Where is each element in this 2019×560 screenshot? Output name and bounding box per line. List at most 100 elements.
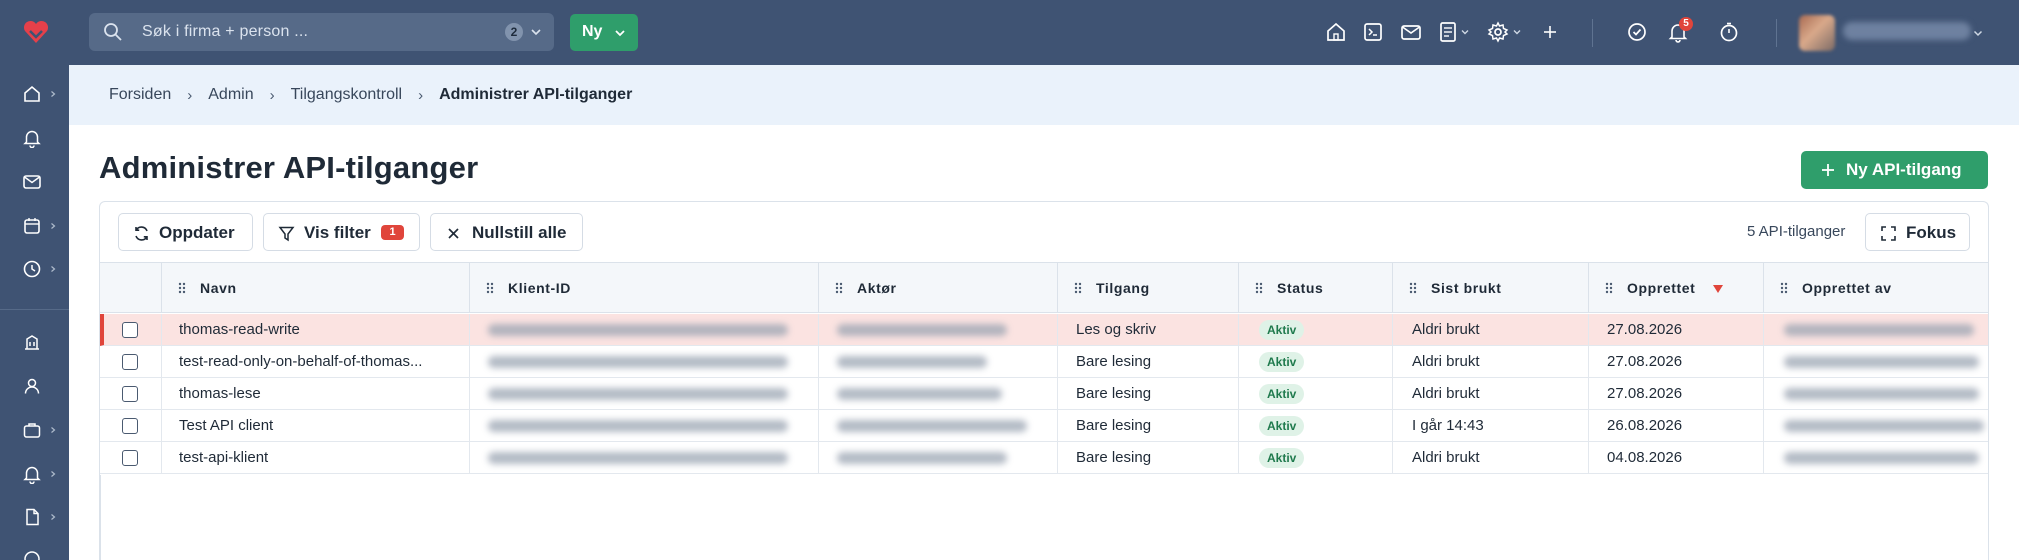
column-header-created[interactable]: Opprettet — [1588, 263, 1763, 313]
name-cell[interactable]: Test API client — [161, 410, 469, 441]
breadcrumb-separator: › — [269, 86, 275, 104]
table-row[interactable]: test-read-only-on-behalf-of-thomas... Ba… — [100, 346, 1988, 378]
chevron-down-icon[interactable] — [529, 25, 543, 39]
column-label: Sist brukt — [1431, 280, 1502, 296]
focus-button[interactable]: Fokus — [1865, 213, 1970, 251]
table-row[interactable]: Test API client Bare lesing Aktiv I går … — [100, 410, 1988, 442]
column-header-access[interactable]: Tilgang — [1057, 263, 1238, 313]
row-checkbox[interactable] — [122, 386, 138, 402]
document-icon — [26, 508, 39, 526]
last-used-cell: Aldri brukt — [1392, 346, 1588, 377]
user-name-redacted[interactable] — [1843, 20, 1973, 42]
select-cell — [100, 442, 161, 473]
status-cell: Aktiv — [1238, 314, 1392, 345]
column-label: Opprettet — [1627, 280, 1696, 296]
select-column-header — [100, 263, 161, 313]
reports-icon[interactable] — [1437, 21, 1459, 43]
search-field[interactable]: Søk i firma + person ... 2 — [89, 13, 554, 51]
drag-handle-icon[interactable] — [485, 282, 495, 294]
search-placeholder: Søk i firma + person ... — [142, 23, 309, 40]
sidebar-item-companies[interactable] — [22, 332, 58, 354]
home-icon — [24, 85, 40, 102]
drag-handle-icon[interactable] — [177, 282, 187, 294]
row-checkbox[interactable] — [122, 418, 138, 434]
row-checkbox[interactable] — [122, 354, 138, 370]
new-api-access-button[interactable]: Ny API-tilgang — [1801, 151, 1988, 189]
breadcrumb-separator: › — [187, 86, 193, 104]
home-icon[interactable] — [1325, 21, 1347, 43]
table-row[interactable]: test-api-klient Bare lesing Aktiv Aldri … — [100, 442, 1988, 474]
bell-icon — [23, 130, 41, 148]
sidebar-item-documents[interactable] — [22, 507, 58, 529]
column-label: Aktør — [857, 280, 897, 296]
column-header-last-used[interactable]: Sist brukt — [1392, 263, 1588, 313]
column-header-actor[interactable]: Aktør — [818, 263, 1057, 313]
drag-handle-icon[interactable] — [1604, 282, 1614, 294]
notification-badge: 5 — [1679, 17, 1693, 31]
name-cell[interactable]: thomas-lese — [161, 378, 469, 409]
column-label: Status — [1277, 280, 1324, 296]
breadcrumb-home[interactable]: Forsiden — [109, 86, 171, 104]
actor-cell-redacted — [818, 410, 1057, 441]
sidebar-item-more[interactable] — [22, 549, 58, 560]
column-header-name[interactable]: Navn — [161, 263, 469, 313]
page-title: Administrer API-tilganger — [99, 150, 479, 185]
avatar[interactable] — [1799, 15, 1835, 51]
status-badge: Aktiv — [1259, 384, 1305, 404]
sidebar-item-projects[interactable] — [22, 420, 58, 442]
drag-handle-icon[interactable] — [1254, 282, 1264, 294]
briefcase-icon — [23, 423, 41, 438]
sidebar-item-notifications[interactable] — [22, 128, 58, 150]
table-row[interactable]: thomas-read-write Les og skriv Aktiv Ald… — [100, 314, 1988, 346]
sort-descending-icon[interactable] — [1713, 285, 1723, 293]
chevron-down-icon — [615, 30, 625, 37]
search-scope-count: 2 — [505, 23, 523, 41]
status-cell: Aktiv — [1238, 378, 1392, 409]
chevron-down-icon[interactable] — [1512, 27, 1522, 37]
drag-handle-icon[interactable] — [1779, 282, 1789, 294]
chevron-right-icon — [51, 514, 56, 520]
close-icon — [448, 228, 459, 239]
building-icon — [25, 335, 39, 350]
settings-gear-icon[interactable] — [1487, 21, 1509, 43]
sidebar-item-home[interactable] — [22, 84, 58, 106]
name-cell[interactable]: thomas-read-write — [161, 314, 469, 345]
drag-handle-icon[interactable] — [834, 282, 844, 294]
drag-handle-icon[interactable] — [1073, 282, 1083, 294]
row-checkbox[interactable] — [122, 322, 138, 338]
chevron-down-icon[interactable] — [1460, 27, 1470, 37]
select-cell — [100, 346, 161, 377]
breadcrumb-access-control[interactable]: Tilgangskontroll — [291, 86, 402, 104]
refresh-button[interactable]: Oppdater — [118, 213, 253, 251]
table-empty-area-border — [100, 475, 101, 560]
sidebar-item-time[interactable] — [22, 259, 58, 281]
new-menu-button[interactable]: Ny — [570, 14, 638, 51]
row-checkbox[interactable] — [122, 450, 138, 466]
column-header-created-by[interactable]: Opprettet av — [1763, 263, 1988, 313]
tasks-check-icon[interactable] — [1626, 21, 1648, 43]
sidebar-item-persons[interactable] — [22, 376, 58, 398]
sidebar-item-calendar[interactable] — [22, 216, 58, 238]
column-header-status[interactable]: Status — [1238, 263, 1392, 313]
sidebar-item-alerts[interactable] — [22, 464, 58, 486]
plus-icon[interactable] — [1539, 21, 1561, 43]
breadcrumb-admin[interactable]: Admin — [208, 86, 253, 104]
name-cell[interactable]: test-read-only-on-behalf-of-thomas... — [161, 346, 469, 377]
table-row[interactable]: thomas-lese Bare lesing Aktiv Aldri bruk… — [100, 378, 1988, 410]
status-badge: Aktiv — [1259, 448, 1305, 468]
chevron-down-icon[interactable] — [1972, 27, 1984, 39]
chevron-right-icon — [51, 91, 56, 97]
refresh-icon — [135, 226, 148, 241]
sidebar-item-mail[interactable] — [22, 172, 58, 194]
created-by-cell-redacted — [1763, 314, 1988, 345]
timer-icon[interactable] — [1718, 21, 1740, 43]
logo-icon[interactable] — [22, 19, 50, 45]
reset-all-button[interactable]: Nullstill alle — [430, 213, 583, 251]
mail-icon[interactable] — [1400, 21, 1422, 43]
created-cell: 27.08.2026 — [1588, 378, 1763, 409]
name-cell[interactable]: test-api-klient — [161, 442, 469, 473]
column-header-client-id[interactable]: Klient-ID — [469, 263, 818, 313]
drag-handle-icon[interactable] — [1408, 282, 1418, 294]
terminal-icon[interactable] — [1362, 21, 1384, 43]
table-header: Navn Klient-ID Aktør Tilgang Status Sist… — [100, 262, 1988, 313]
